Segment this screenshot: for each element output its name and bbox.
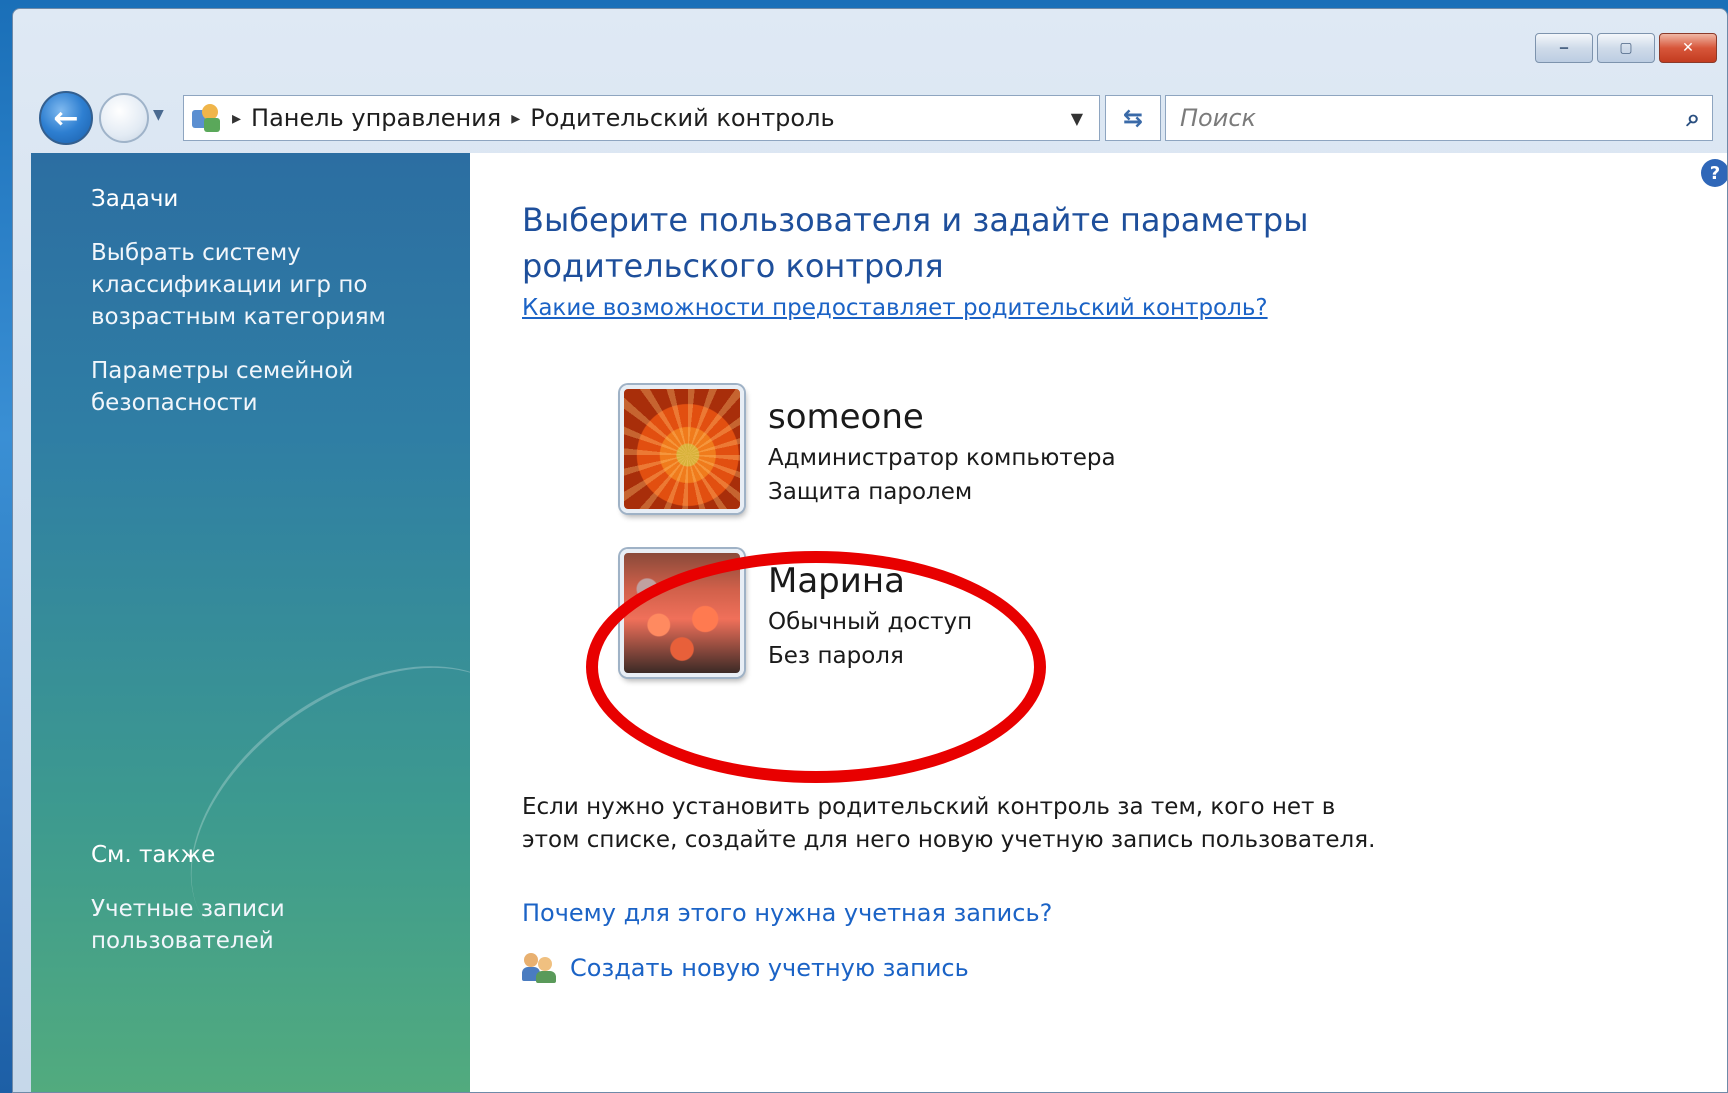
breadcrumb-separator-icon[interactable]: ▸ <box>511 108 520 129</box>
red-highlight-ellipse <box>586 551 1046 783</box>
why-account-link[interactable]: Почему для этого нужна учетная запись? <box>522 899 1052 927</box>
page-title: Выберите пользователя и задайте параметр… <box>522 201 1309 286</box>
forward-button[interactable] <box>99 93 149 143</box>
close-button[interactable]: ✕ <box>1659 33 1717 63</box>
search-input[interactable] <box>1166 96 1712 140</box>
task-link-family-safety[interactable]: Параметры семейной безопасности <box>91 355 431 419</box>
create-account-label[interactable]: Создать новую учетную запись <box>570 954 969 982</box>
see-also-link-user-accounts[interactable]: Учетные записи пользователей <box>91 893 431 957</box>
address-bar[interactable]: ▸ Панель управления ▸ Родительский контр… <box>183 95 1100 141</box>
user-role: Администратор компьютера <box>768 445 1116 471</box>
breadcrumb-control-panel[interactable]: Панель управления <box>251 104 501 132</box>
title-bar: ‒ ▢ ✕ <box>13 9 1727 79</box>
user-password-status: Защита паролем <box>768 479 973 505</box>
see-also-heading: См. также <box>91 842 216 868</box>
user-account-someone[interactable]: someone Администратор компьютера Защита … <box>620 385 1220 525</box>
create-account-link[interactable]: Создать новую учетную запись <box>522 953 969 983</box>
recent-pages-dropdown-icon[interactable]: ▼ <box>153 107 164 123</box>
address-dropdown-icon[interactable]: ▼ <box>1071 109 1083 128</box>
new-account-note: Если нужно установить родительский контр… <box>522 794 1376 854</box>
users-icon <box>522 953 558 983</box>
user-name[interactable]: someone <box>768 397 924 437</box>
control-panel-window: ‒ ▢ ✕ ← ▼ ▸ Панель управления ▸ Родитель… <box>12 8 1728 1093</box>
task-pane: Задачи Выбрать систему классификации игр… <box>31 153 586 1092</box>
main-panel: ? Выберите пользователя и задайте параме… <box>470 153 1727 1092</box>
control-panel-icon <box>190 102 222 134</box>
back-button[interactable]: ← <box>39 91 93 145</box>
maximize-button[interactable]: ▢ <box>1597 33 1655 63</box>
content-area: Задачи Выбрать систему классификации игр… <box>31 153 1727 1092</box>
search-icon[interactable]: ⌕ <box>1687 104 1700 132</box>
refresh-icon: ⇆ <box>1122 104 1144 132</box>
task-link-game-ratings[interactable]: Выбрать систему классификации игр по воз… <box>91 237 431 334</box>
refresh-button[interactable]: ⇆ <box>1105 95 1161 141</box>
navigation-bar: ← ▼ ▸ Панель управления ▸ Родительский к… <box>13 89 1727 145</box>
breadcrumb-separator-icon[interactable]: ▸ <box>232 108 241 129</box>
breadcrumb-parental-controls[interactable]: Родительский контроль <box>530 104 834 132</box>
user-avatar[interactable] <box>620 385 744 513</box>
minimize-button[interactable]: ‒ <box>1535 33 1593 63</box>
help-icon[interactable]: ? <box>1701 159 1727 187</box>
parental-controls-info-link[interactable]: Какие возможности предоставляет родитель… <box>522 295 1268 321</box>
search-box[interactable]: ⌕ <box>1165 95 1713 141</box>
window-controls: ‒ ▢ ✕ <box>1535 33 1717 63</box>
tasks-heading: Задачи <box>91 186 179 212</box>
